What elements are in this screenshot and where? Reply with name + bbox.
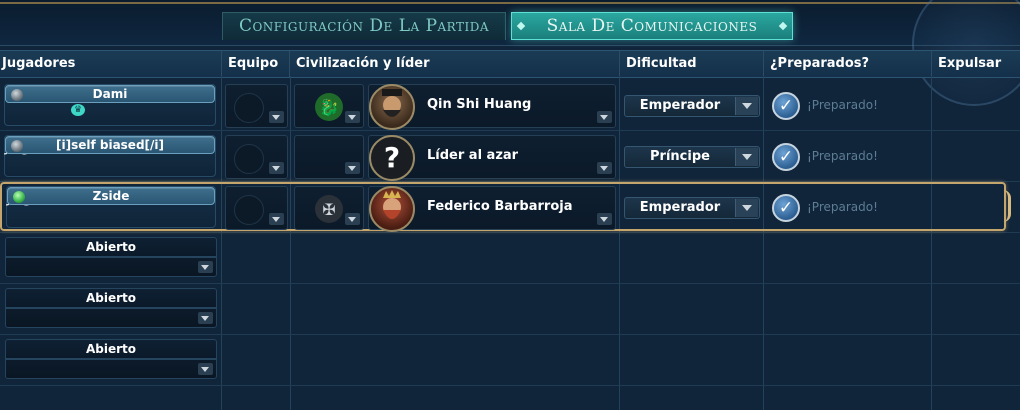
chevron-down-icon <box>269 111 284 123</box>
chevron-down-icon <box>269 162 284 174</box>
chevron-down-icon <box>597 162 612 174</box>
leader-name: Qin Shi Huang <box>427 97 532 112</box>
player-name-bar: [i]self biased[/i] <box>5 136 215 154</box>
header-players: Jugadores <box>0 51 222 77</box>
leader-name: Federico Barbarroja <box>427 199 573 214</box>
difficulty-value: Emperador <box>639 98 721 113</box>
difficulty-select[interactable]: Emperador <box>624 197 760 219</box>
checkmark-icon[interactable]: ✓ <box>772 92 800 120</box>
row-divider <box>0 232 1020 233</box>
header-civ-leader: Civilización y líder <box>290 51 620 77</box>
team-badge <box>234 93 264 123</box>
player-status-dot <box>11 89 23 101</box>
open-slot-select[interactable] <box>5 257 217 277</box>
dragon-icon: 🐉 <box>315 93 343 121</box>
leader-select[interactable]: Qin Shi Huang <box>368 84 616 130</box>
chevron-down-icon <box>735 148 758 166</box>
player-status-dot <box>11 140 23 152</box>
table-header: Jugadores Equipo Civilización y líder Di… <box>0 50 1020 78</box>
chevron-down-icon <box>198 261 213 273</box>
grid-line <box>763 76 764 410</box>
player-card[interactable]: Zside Jugador <box>6 186 216 228</box>
player-name-bar: Zside <box>7 187 215 205</box>
player-name: [i]self biased[/i] <box>55 138 164 152</box>
tab-gem-right <box>778 21 788 31</box>
team-select[interactable] <box>225 84 288 128</box>
chevron-down-icon <box>198 312 213 324</box>
grid-line <box>931 76 932 410</box>
row-divider <box>0 385 1020 386</box>
chevron-down-icon <box>735 199 758 217</box>
row-divider <box>0 130 1020 131</box>
difficulty-select[interactable]: Emperador <box>624 95 760 117</box>
open-slot-label: Abierto <box>5 237 217 257</box>
leader-select[interactable]: ? Líder al azar <box>368 135 616 181</box>
row-divider <box>0 283 1020 284</box>
player-name: Dami <box>92 87 128 101</box>
leader-portrait-barbarossa <box>369 186 415 232</box>
team-select[interactable] <box>225 186 288 230</box>
ready-status: ¡Preparado! <box>807 200 878 214</box>
player-status-dot <box>13 191 25 203</box>
chevron-down-icon <box>597 111 612 123</box>
ready-status: ¡Preparado! <box>807 149 878 163</box>
grid-line <box>221 76 222 410</box>
crown-icon: ♛ <box>71 104 85 116</box>
tab-gem-left <box>516 21 526 31</box>
chevron-down-icon <box>269 213 284 225</box>
civ-select[interactable] <box>294 135 364 179</box>
top-bar <box>0 0 1020 106</box>
team-select[interactable] <box>225 135 288 179</box>
player-name: Zside <box>92 189 130 203</box>
player-card[interactable]: Dami Anfitrión ♛ <box>4 84 216 126</box>
difficulty-select[interactable]: Príncipe <box>624 146 760 168</box>
tab-chat-room-label: Sala De Comunicaciones <box>546 16 758 36</box>
player-card[interactable]: [i]self biased[/i] Jugador <box>4 135 216 177</box>
open-slot-label: Abierto <box>5 288 217 308</box>
header-ready: ¿Preparados? <box>764 51 932 77</box>
leader-portrait-qin <box>369 84 415 130</box>
row-divider <box>0 334 1020 335</box>
chevron-down-icon <box>345 213 360 225</box>
team-badge <box>234 195 264 225</box>
header-team: Equipo <box>222 51 290 77</box>
chevron-down-icon <box>345 162 360 174</box>
chevron-down-icon <box>345 111 360 123</box>
civ-select[interactable]: ✠ <box>294 186 364 230</box>
tab-chat-room[interactable]: Sala De Comunicaciones <box>511 12 793 40</box>
difficulty-value: Príncipe <box>650 149 710 164</box>
header-difficulty: Dificultad <box>620 51 764 77</box>
player-name-bar: Dami <box>5 85 215 103</box>
chevron-down-icon <box>198 363 213 375</box>
open-slot-label: Abierto <box>5 339 217 359</box>
header-kick: Expulsar <box>938 56 1002 71</box>
top-rule <box>0 2 1020 4</box>
civ-select[interactable]: 🐉 <box>294 84 364 128</box>
leader-select[interactable]: Federico Barbarroja <box>368 186 616 232</box>
checkmark-icon[interactable]: ✓ <box>772 194 800 222</box>
chevron-down-icon <box>597 213 612 225</box>
open-slot-select[interactable] <box>5 308 217 328</box>
open-slot-select[interactable] <box>5 359 217 379</box>
tab-game-setup[interactable]: Configuración De La Partida <box>222 12 506 40</box>
ready-status: ¡Preparado! <box>807 98 878 112</box>
selection-bracket <box>1000 190 1011 222</box>
grid-line <box>290 76 291 410</box>
iron-cross-icon: ✠ <box>315 195 343 223</box>
leader-name: Líder al azar <box>427 148 519 163</box>
random-leader-icon: ? <box>369 135 415 181</box>
grid-line <box>619 76 620 410</box>
difficulty-value: Emperador <box>639 200 721 215</box>
chevron-down-icon <box>735 97 758 115</box>
checkmark-icon[interactable]: ✓ <box>772 143 800 171</box>
team-badge <box>234 144 264 174</box>
